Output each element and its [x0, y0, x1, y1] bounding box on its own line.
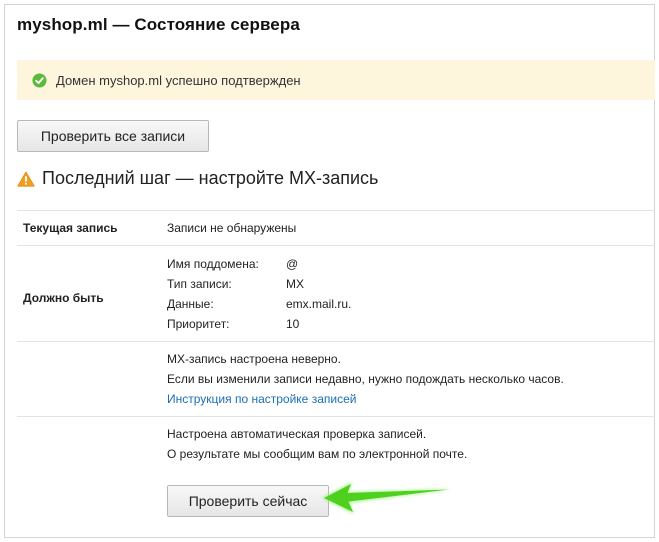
- table-row-current: Текущая запись Записи не обнаружены: [17, 210, 655, 245]
- expected-record-label: Должно быть: [23, 291, 104, 305]
- green-arrow-icon: [322, 482, 452, 514]
- error-message: MX-запись настроена неверно. Если вы изм…: [167, 349, 564, 409]
- expected-record-fields: Имя поддомена: @ Тип записи: MX Данные: …: [167, 254, 351, 334]
- field-key: Данные:: [167, 297, 214, 311]
- field-value: @: [286, 257, 299, 271]
- field-key: Имя поддомена:: [167, 257, 259, 271]
- error-hint: Если вы изменили записи недавно, нужно п…: [167, 372, 564, 386]
- auto-check-line: Настроена автоматическая проверка записе…: [167, 427, 427, 441]
- success-notice: Домен myshop.ml успешно подтвержден: [17, 60, 655, 100]
- step-heading: Последний шаг — настройте MX-запись: [17, 168, 378, 189]
- field-subdomain: Имя поддомена: @: [167, 254, 351, 274]
- field-key: Тип записи:: [167, 277, 232, 291]
- error-line: MX-запись настроена неверно.: [167, 352, 341, 366]
- field-value: emx.mail.ru.: [286, 297, 352, 311]
- check-circle-icon: [32, 72, 47, 88]
- table-row-expected: Должно быть Имя поддомена: @ Тип записи:…: [17, 245, 655, 341]
- auto-check-hint: О результате мы сообщим вам по электронн…: [167, 447, 468, 461]
- check-all-records-button[interactable]: Проверить все записи: [17, 120, 209, 152]
- check-now-button[interactable]: Проверить сейчас: [167, 485, 329, 517]
- field-value: 10: [286, 317, 300, 331]
- warning-icon: [17, 171, 35, 187]
- field-record-type: Тип записи: MX: [167, 274, 351, 294]
- current-record-value: Записи не обнаружены: [167, 221, 297, 235]
- auto-check-message: Настроена автоматическая проверка записе…: [167, 424, 467, 464]
- notice-text: Домен myshop.ml успешно подтвержден: [56, 72, 301, 88]
- field-data: Данные: emx.mail.ru.: [167, 294, 351, 314]
- current-record-label: Текущая запись: [23, 221, 118, 235]
- field-value: MX: [286, 277, 304, 291]
- table-row-error: MX-запись настроена неверно. Если вы изм…: [17, 341, 655, 416]
- step-title: Последний шаг — настройте MX-запись: [42, 168, 379, 188]
- field-key: Приоритет:: [167, 317, 230, 331]
- instructions-link[interactable]: Инструкция по настройке записей: [167, 392, 356, 406]
- page-title: myshop.ml — Состояние сервера: [17, 15, 300, 34]
- field-priority: Приоритет: 10: [167, 314, 351, 334]
